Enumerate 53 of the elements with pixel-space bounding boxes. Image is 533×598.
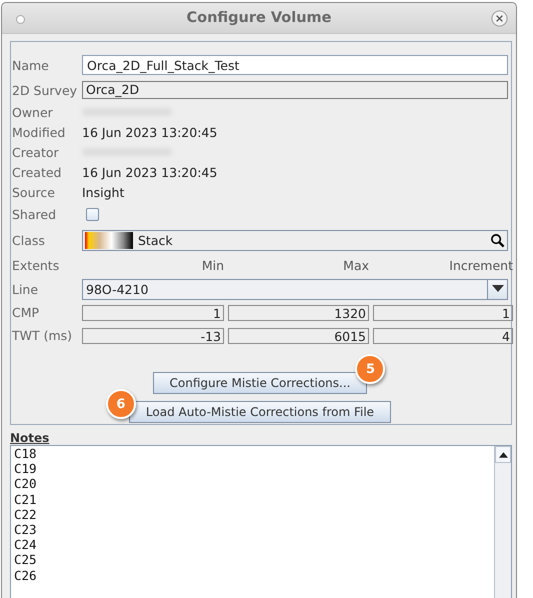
note-line: C26 [14,568,38,583]
caret-icon [492,285,504,293]
line-dropdown[interactable]: 98O-4210 [82,278,508,300]
note-line: C23 [14,522,38,538]
extent-field: 6015 [228,328,369,344]
scrollbar[interactable] [494,446,511,598]
note-line: C25 [14,552,38,568]
search-icon[interactable] [490,232,505,248]
field-label: Name [12,58,50,72]
column-header: Increment [448,258,513,272]
field-value: Insight [82,184,124,200]
survey-field: Orca_2D [82,81,508,99]
field-label: CMP [12,305,40,320]
extent-field: 1320 [228,304,369,320]
action-button[interactable]: Configure Mistie Corrections... [152,372,368,394]
note-line: C18 [14,446,38,462]
field-label: Owner [12,104,54,120]
field-value: 16 Jun 2023 13:20:45 [82,164,218,180]
field-label: Shared [12,207,58,222]
shared-checkbox[interactable] [86,208,99,221]
field-label: Class [12,232,46,248]
field-label: Created [12,164,62,180]
step-badge: 6 [106,389,136,419]
field-label: 2D Survey [12,82,78,98]
field-label: Modified [12,124,66,140]
column-header: Max [342,258,369,272]
action-button[interactable]: Load Auto-Mistie Corrections from File [128,401,392,423]
field-label: TWT (ms) [12,328,74,343]
extent-field: 1 [82,304,224,320]
window-title: Configure Volume [186,10,332,26]
field-value: 16 Jun 2023 13:20:45 [82,124,218,140]
note-line: C20 [14,476,38,492]
close-icon[interactable] [491,10,508,27]
extent-field: 1 [373,304,513,320]
color-ramp-icon [85,232,133,248]
extent-field: -13 [82,328,224,344]
note-line: C22 [14,506,38,522]
name-input[interactable]: Orca_2D_Full_Stack_Test [82,55,508,75]
field-label: Source [12,184,56,200]
column-header: Min [200,258,224,272]
note-line: C24 [14,537,38,552]
field-label: Line [12,282,40,296]
step-badge: 5 [355,354,386,384]
notes-label: Notes [10,431,50,445]
note-line: C19 [14,461,38,476]
class-value: Stack [138,232,174,248]
scroll-up-icon[interactable] [495,446,511,463]
field-label: Extents [12,258,60,272]
notes-textarea[interactable]: C18 C19 C20 C21 C22 C23 C24 C25 C26 [10,445,512,598]
class-field[interactable]: Stack [82,230,508,250]
extent-field: 4 [373,328,513,344]
note-line: C21 [14,492,38,507]
field-label: Creator [12,144,60,160]
